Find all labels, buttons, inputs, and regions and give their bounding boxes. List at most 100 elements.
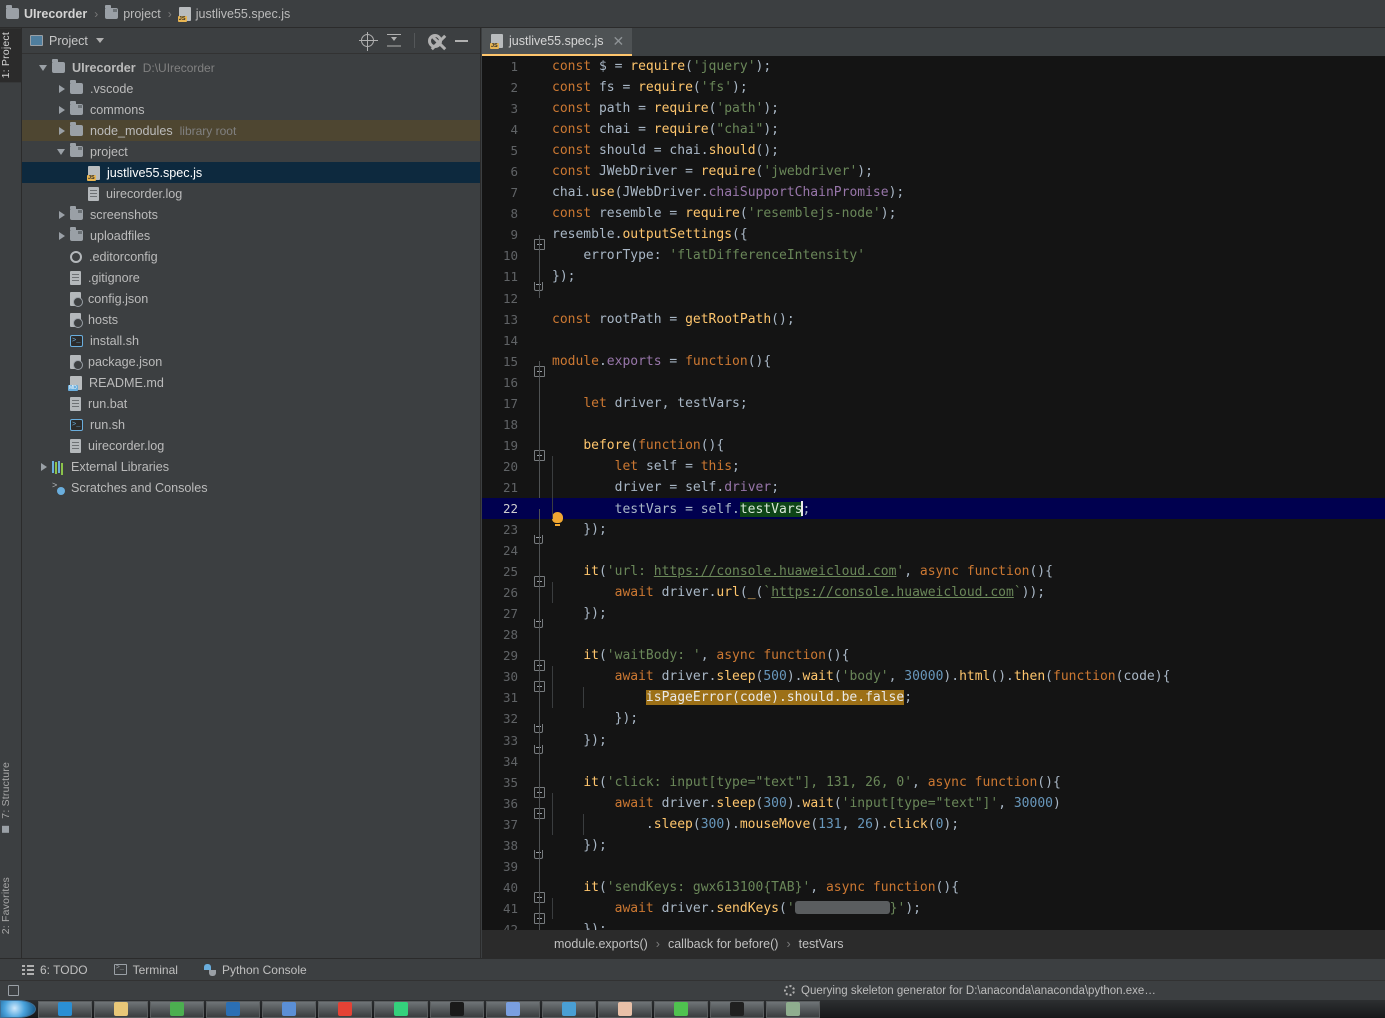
close-icon[interactable]: ✕ xyxy=(613,34,625,48)
bottom-tab-todo[interactable]: 6: TODO xyxy=(22,963,88,977)
code-line-25[interactable]: 25 it('url: https://console.huaweicloud.… xyxy=(482,561,1385,593)
code-line-2[interactable]: 2 const fs = require('fs'); xyxy=(482,77,1385,98)
code-line-17[interactable]: 17 let driver, testVars; xyxy=(482,393,1385,425)
code-line-35[interactable]: 35 it('click: input[type="text"], 131, 2… xyxy=(482,772,1385,804)
code-line-14[interactable]: 14 xyxy=(482,330,1385,351)
minimize-icon[interactable] xyxy=(455,39,468,42)
code-line-20[interactable]: 20 let self = this; xyxy=(482,455,1385,488)
code-line-12[interactable]: 12 xyxy=(482,288,1385,309)
code-line-9[interactable]: 9 resemble.outputSettings({ xyxy=(482,224,1385,256)
tool-window-icon[interactable] xyxy=(8,985,19,996)
tree-item-project[interactable]: project xyxy=(22,141,480,162)
chevron-down-icon[interactable] xyxy=(95,38,104,43)
taskbar-explorer-icon[interactable] xyxy=(94,1000,148,1018)
tree-item-screenshots[interactable]: screenshots xyxy=(22,204,480,225)
breadcrumb-item-project-root[interactable]: UIrecorder xyxy=(6,5,87,21)
tree-item-node-modules[interactable]: node_modules library root xyxy=(22,120,480,141)
code-line-10[interactable]: 10 errorType: 'flatDifferenceIntensity' xyxy=(482,245,1385,277)
code-line-6[interactable]: 6 const JWebDriver = require('jwebdriver'… xyxy=(482,161,1385,182)
code-line-18[interactable]: 18 xyxy=(482,414,1385,446)
sidebar-tab-project[interactable]: 1: Project xyxy=(0,28,22,83)
code-line-19[interactable]: 19 before(function(){ xyxy=(482,435,1385,467)
taskbar-cmd-icon[interactable] xyxy=(710,1000,764,1018)
tree-item-uirecorder-log[interactable]: uirecorder.log xyxy=(22,435,480,456)
code-line-30[interactable]: 30 await driver.sleep(500).wait('body', … xyxy=(482,666,1385,698)
code-line-40[interactable]: 40 it('sendKeys: gwx613100{TAB}', async … xyxy=(482,877,1385,909)
code-line-7[interactable]: 7 chai.use(JWebDriver.chaiSupportChainPro… xyxy=(482,182,1385,203)
taskbar-foxmail-icon[interactable] xyxy=(486,1000,540,1018)
tree-item-config-json[interactable]: config.json xyxy=(22,288,480,309)
tree-item-justlive55-spec-js[interactable]: justlive55.spec.js xyxy=(22,162,480,183)
locate-icon[interactable] xyxy=(359,32,378,51)
tree-item-run-bat[interactable]: run.bat xyxy=(22,393,480,414)
tree-item-readme-md[interactable]: README.md xyxy=(22,372,480,393)
tree-item-external-libraries[interactable]: External Libraries xyxy=(22,456,480,477)
tree-item-install-sh[interactable]: install.sh xyxy=(22,330,480,351)
code-line-32[interactable]: 32 }); xyxy=(482,708,1385,740)
code-line-31[interactable]: 31 isPageError(code).should.be.false; xyxy=(482,687,1385,719)
taskbar-ie-icon[interactable] xyxy=(38,1000,92,1018)
chevron-right-icon[interactable] xyxy=(56,125,67,136)
code-line-33[interactable]: 33 }); xyxy=(482,730,1385,762)
code-line-23[interactable]: 23 }); xyxy=(482,519,1385,551)
chevron-right-icon[interactable] xyxy=(56,230,67,241)
code-line-5[interactable]: 5 const should = chai.should(); xyxy=(482,140,1385,161)
taskbar-monitor-icon[interactable] xyxy=(766,1000,820,1018)
collapse-all-icon[interactable] xyxy=(387,34,401,47)
gear-icon[interactable] xyxy=(428,33,442,48)
code-line-29[interactable]: 29 it('waitBody: ', async function(){ xyxy=(482,645,1385,677)
taskbar-app-icon[interactable] xyxy=(542,1000,596,1018)
breadcrumb-crumb-callback[interactable]: callback for before() xyxy=(668,937,778,951)
code-line-13[interactable]: 13 const rootPath = getRootPath(); xyxy=(482,309,1385,330)
chevron-down-icon[interactable] xyxy=(56,146,67,157)
code-line-27[interactable]: 27 }); xyxy=(482,603,1385,635)
breadcrumb-crumb-module[interactable]: module.exports() xyxy=(554,937,648,951)
chevron-right-icon[interactable] xyxy=(56,83,67,94)
code-line-24[interactable]: 24 xyxy=(482,540,1385,572)
breadcrumb-item-file[interactable]: justlive55.spec.js xyxy=(177,6,290,22)
code-line-1[interactable]: 1 const $ = require('jquery'); xyxy=(482,56,1385,77)
editor-tab-justlive55[interactable]: justlive55.spec.js ✕ xyxy=(482,28,633,56)
code-line-15[interactable]: 15 module.exports = function(){ xyxy=(482,351,1385,383)
code-line-37[interactable]: 37 .sleep(300).mouseMove(131, 26).click(… xyxy=(482,813,1385,846)
code-line-3[interactable]: 3 const path = require('path'); xyxy=(482,98,1385,119)
code-line-34[interactable]: 34 xyxy=(482,751,1385,783)
code-line-36[interactable]: 36 await driver.sleep(300).wait('input[t… xyxy=(482,792,1385,825)
tree-item-uirecorder-log[interactable]: uirecorder.log xyxy=(22,183,480,204)
tree-item--editorconfig[interactable]: .editorconfig xyxy=(22,246,480,267)
taskbar-qq-icon[interactable] xyxy=(430,1000,484,1018)
tree-item-hosts[interactable]: hosts xyxy=(22,309,480,330)
tree-item-scratches-and-consoles[interactable]: Scratches and Consoles xyxy=(22,477,480,498)
code-line-41[interactable]: 41 await driver.sendKeys('}'); xyxy=(482,897,1385,930)
tree-item-package-json[interactable]: package.json xyxy=(22,351,480,372)
tree-item-uirecorder[interactable]: UIrecorder D:\UIrecorder xyxy=(22,57,480,78)
chevron-down-icon[interactable] xyxy=(38,62,49,73)
chevron-right-icon[interactable] xyxy=(38,461,49,472)
windows-start-icon[interactable] xyxy=(0,1000,36,1018)
bottom-tab-python-console[interactable]: Python Console xyxy=(203,963,307,977)
breadcrumb-crumb-testvars[interactable]: testVars xyxy=(799,937,844,951)
taskbar-pycharm-icon[interactable] xyxy=(374,1000,428,1018)
code-line-8[interactable]: 8 const resemble = require('resemblejs-no… xyxy=(482,203,1385,224)
code-line-38[interactable]: 38 }); xyxy=(482,835,1385,867)
bottom-tab-terminal[interactable]: Terminal xyxy=(113,963,178,977)
code-line-16[interactable]: 16 xyxy=(482,372,1385,404)
tree-item-uploadfiles[interactable]: uploadfiles xyxy=(22,225,480,246)
code-line-22[interactable]: 22 testVars = self.testVars; xyxy=(482,497,1385,530)
code-content[interactable]: 1 const $ = require('jquery'); 2 const fs =… xyxy=(482,56,1385,944)
breadcrumb-item-folder[interactable]: project xyxy=(105,5,161,21)
sidebar-tab-structure[interactable]: 7: Structure xyxy=(0,758,22,837)
taskbar-wechat-icon[interactable] xyxy=(654,1000,708,1018)
chevron-right-icon[interactable] xyxy=(56,104,67,115)
tree-item-commons[interactable]: commons xyxy=(22,99,480,120)
code-line-28[interactable]: 28 xyxy=(482,624,1385,656)
code-line-11[interactable]: 11}); xyxy=(482,266,1385,298)
code-line-4[interactable]: 4 const chai = require("chai"); xyxy=(482,119,1385,140)
taskbar-browser-icon[interactable] xyxy=(206,1000,260,1018)
code-line-26[interactable]: 26 await driver.url(_(`https://console.h… xyxy=(482,582,1385,614)
tree-item--gitignore[interactable]: .gitignore xyxy=(22,267,480,288)
code-line-21[interactable]: 21 driver = self.driver; xyxy=(482,476,1385,509)
taskbar-avatar-icon[interactable] xyxy=(598,1000,652,1018)
taskbar-antivirus-icon[interactable] xyxy=(150,1000,204,1018)
code-line-39[interactable]: 39 xyxy=(482,856,1385,888)
